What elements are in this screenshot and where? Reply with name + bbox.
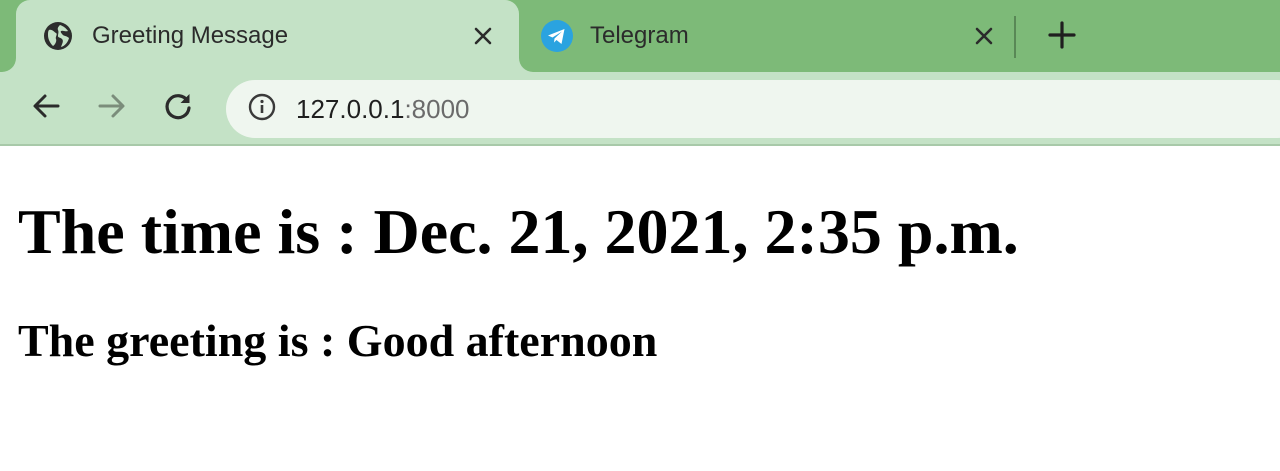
close-icon[interactable]	[467, 20, 499, 52]
globe-icon	[42, 20, 74, 52]
plus-icon	[1048, 20, 1076, 54]
arrow-left-icon	[31, 91, 61, 126]
tab-telegram[interactable]: Telegram	[528, 0, 1010, 72]
tab-divider	[1014, 16, 1016, 58]
info-icon[interactable]	[248, 93, 276, 126]
tab-strip: Greeting Message Telegram	[0, 0, 1280, 72]
page-content: The time is : Dec. 21, 2021, 2:35 p.m. T…	[0, 148, 1280, 471]
forward-button[interactable]	[92, 88, 132, 128]
greeting-heading: The greeting is : Good afternoon	[18, 315, 658, 366]
url-text[interactable]: 127.0.0.1:8000	[296, 94, 470, 125]
tab-greeting-message[interactable]: Greeting Message	[16, 0, 519, 72]
time-heading: The time is : Dec. 21, 2021, 2:35 p.m.	[18, 196, 1019, 267]
address-bar[interactable]: 127.0.0.1:8000	[226, 80, 1280, 138]
toolbar: 127.0.0.1:8000	[0, 72, 1280, 146]
browser-window: Greeting Message Telegram 127.0.0.1:8000…	[0, 0, 1280, 471]
reload-button[interactable]	[158, 88, 198, 128]
tab-title: Greeting Message	[92, 22, 289, 49]
url-host: 127.0.0.1	[296, 93, 405, 124]
new-tab-button[interactable]	[1043, 18, 1081, 56]
back-button[interactable]	[26, 88, 66, 128]
arrow-right-icon	[97, 91, 127, 126]
tab-title: Telegram	[590, 22, 689, 49]
close-icon[interactable]	[968, 20, 1000, 52]
telegram-icon	[541, 20, 573, 52]
reload-icon	[163, 91, 193, 126]
url-port: :8000	[404, 93, 470, 124]
